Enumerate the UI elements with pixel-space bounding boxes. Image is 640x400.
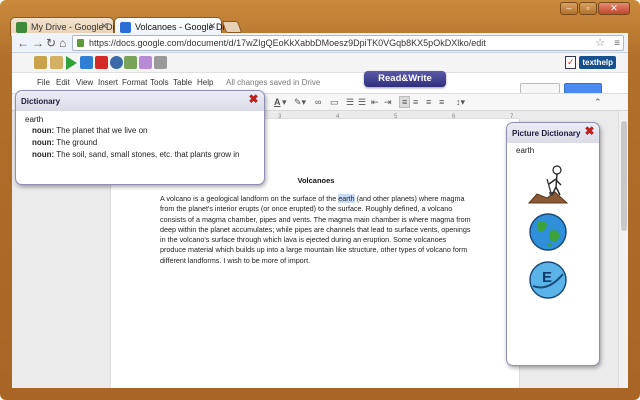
align-center-icon[interactable]: ≡ [413, 97, 418, 107]
close-icon[interactable]: ✖ [248, 93, 259, 105]
part-of-speech: noun: [32, 150, 55, 159]
justify-icon[interactable]: ≡ [439, 97, 444, 107]
definition-text: The ground [54, 138, 98, 147]
definition-text: The soil, sand, small stones, etc. that … [54, 150, 240, 159]
align-right-icon[interactable]: ≡ [426, 97, 431, 107]
part-of-speech: noun: [32, 126, 55, 135]
forward-icon[interactable]: → [32, 36, 44, 50]
comment-icon[interactable]: ▭ [330, 97, 339, 108]
svg-text:E: E [542, 269, 552, 286]
align-left-icon[interactable]: ≡ [399, 96, 411, 108]
address-bar[interactable]: https://docs.google.com/document/d/17wZI… [72, 35, 624, 51]
window-controls: – ▫ ✕ [560, 2, 630, 15]
read-write-button[interactable]: Read&Write [364, 71, 446, 87]
menu-file[interactable]: File [37, 78, 50, 87]
reload-icon[interactable]: ↻ [46, 36, 56, 50]
numbered-list-icon[interactable]: ☰ [346, 97, 354, 108]
texthelp-toolbar: ✓ texthelp [12, 53, 628, 73]
docs-favicon-icon [120, 22, 131, 33]
definition-item: noun: The ground [32, 137, 260, 149]
minimize-button[interactable]: – [560, 2, 578, 15]
increase-indent-icon[interactable]: ⇥ [384, 97, 392, 108]
menu-view[interactable]: View [76, 78, 93, 87]
menu-insert[interactable]: Insert [98, 78, 118, 87]
pause-icon[interactable] [80, 56, 93, 69]
home-icon[interactable]: ⌂ [59, 36, 66, 50]
drive-favicon-icon [16, 22, 27, 33]
decrease-indent-icon[interactable]: ⇤ [371, 97, 379, 108]
bookmark-star-icon[interactable]: ☆ [595, 36, 605, 50]
link-icon[interactable]: ∞ [315, 97, 321, 107]
document-body[interactable]: A volcano is a geological landform on th… [160, 194, 472, 266]
browser-window: My Drive - Google Drive ✕ Volcanoes - Go… [0, 0, 640, 400]
tab-close-icon[interactable]: ✕ [208, 21, 216, 32]
wrench-icon[interactable]: ≡ [614, 37, 620, 51]
earth-e-symbol-icon: E [529, 261, 567, 299]
browser-toolbar: ← → ↻ ⌂ https://docs.google.com/document… [12, 33, 628, 53]
highlighter-icon[interactable] [139, 56, 152, 69]
dictionary-icon[interactable] [50, 56, 63, 69]
ruler-mark: 6 [452, 114, 456, 120]
dictionary-word: earth [25, 115, 44, 124]
collect-highlights-icon[interactable] [154, 56, 167, 69]
dictionary-panel: Dictionary ✖ earth noun: The planet that… [15, 90, 265, 185]
body-text: A volcano is a geological landform on th… [160, 194, 339, 203]
close-window-button[interactable]: ✕ [598, 2, 630, 15]
chevron-down-icon[interactable]: ▾ [282, 97, 287, 108]
menu-format[interactable]: Format [122, 78, 147, 87]
dictionary-title: Dictionary [21, 97, 61, 106]
highlight-color-icon[interactable]: ✎▾ [294, 97, 306, 108]
tab-title: My Drive - Google Drive [31, 22, 128, 32]
save-status: All changes saved in Drive [226, 78, 321, 87]
collapse-menus-icon[interactable]: ⌃ [594, 97, 602, 108]
texthelp-brand: ✓ texthelp [565, 56, 616, 69]
text-color-icon[interactable]: A [274, 97, 281, 107]
menu-help[interactable]: Help [197, 78, 213, 87]
person-digging-earth-icon [527, 165, 569, 204]
line-spacing-icon[interactable]: ↕▾ [456, 97, 465, 108]
new-tab-button[interactable] [221, 21, 243, 33]
close-icon[interactable]: ✖ [584, 125, 595, 137]
menu-edit[interactable]: Edit [56, 78, 70, 87]
tab-close-icon[interactable]: ✕ [100, 21, 108, 32]
fact-finder-icon[interactable] [34, 56, 47, 69]
body-text: (and other planets) where magma from the… [160, 194, 471, 265]
definition-list: noun: The planet that we live on noun: T… [32, 125, 260, 161]
definition-item: noun: The planet that we live on [32, 125, 260, 137]
ruler-mark: 4 [336, 114, 340, 120]
checklist-icon[interactable]: ✓ [565, 56, 577, 69]
picture-dictionary-icon[interactable] [124, 56, 137, 69]
vertical-scrollbar[interactable] [618, 111, 628, 388]
picture-dictionary-title: Picture Dictionary [512, 129, 581, 138]
ruler-mark: 5 [394, 114, 398, 120]
lock-icon [77, 39, 84, 47]
earth-globe-icon [529, 213, 567, 251]
scroll-thumb[interactable] [621, 121, 627, 231]
translator-icon[interactable] [110, 56, 123, 69]
picture-dictionary-panel: Picture Dictionary ✖ earth E [506, 122, 600, 366]
url-text: https://docs.google.com/document/d/17wZI… [89, 38, 486, 48]
definition-text: The planet that we live on [54, 126, 148, 135]
ruler-mark: 7 [510, 114, 514, 120]
menu-table[interactable]: Table [173, 78, 192, 87]
bulleted-list-icon[interactable]: ☰ [358, 97, 366, 108]
texthelp-logo: texthelp [579, 56, 616, 69]
maximize-button[interactable]: ▫ [579, 2, 597, 15]
ruler-mark: 3 [278, 114, 282, 120]
menu-tools[interactable]: Tools [150, 78, 169, 87]
play-icon[interactable] [66, 56, 77, 70]
highlighted-word[interactable]: earth [338, 194, 355, 203]
back-icon[interactable]: ← [17, 36, 29, 50]
picture-dictionary-word: earth [516, 146, 535, 155]
part-of-speech: noun: [32, 138, 55, 147]
stop-icon[interactable] [95, 56, 108, 69]
definition-item: noun: The soil, sand, small stones, etc.… [32, 149, 260, 161]
